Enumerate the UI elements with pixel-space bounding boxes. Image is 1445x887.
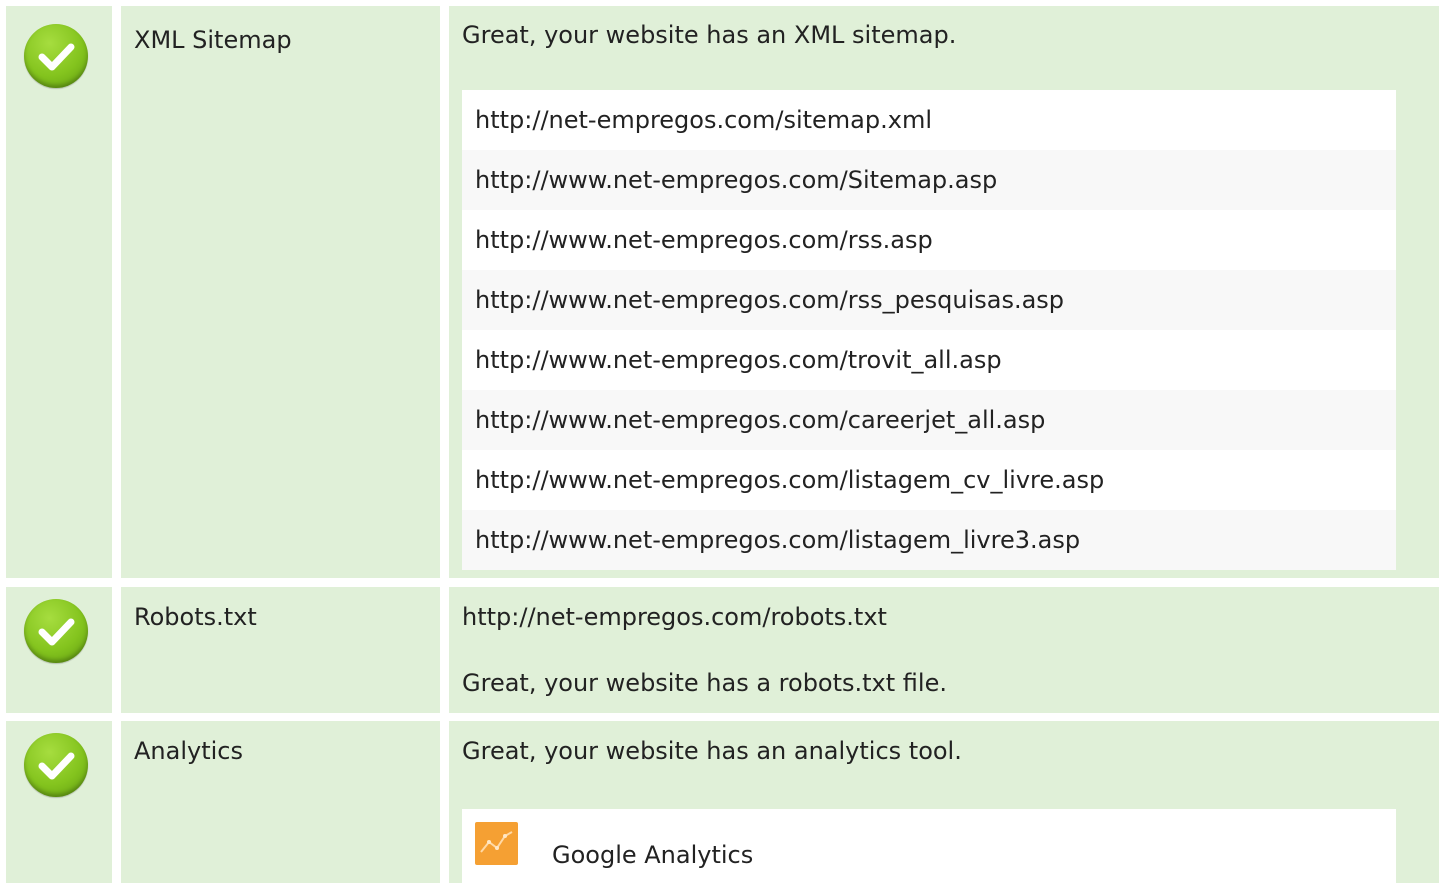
sitemap-url-item[interactable]: http://www.net-empregos.com/trovit_all.a…: [462, 330, 1396, 390]
status-cell: [6, 721, 112, 883]
sitemap-url-item[interactable]: http://www.net-empregos.com/rss.asp: [462, 210, 1396, 270]
sitemap-url-item[interactable]: http://www.net-empregos.com/careerjet_al…: [462, 390, 1396, 450]
check-title: XML Sitemap: [134, 26, 292, 54]
check-result-cell: http://net-empregos.com/robots.txt Great…: [449, 587, 1439, 713]
status-cell: [6, 587, 112, 713]
checkmark-icon: [24, 599, 88, 663]
sitemap-url-item[interactable]: http://www.net-empregos.com/listagem_liv…: [462, 510, 1396, 570]
google-analytics-icon: [475, 822, 518, 865]
check-result-cell: Great, your website has an XML sitemap. …: [449, 6, 1439, 578]
analytics-tool-item: Google Analytics: [462, 809, 1396, 887]
robots-url[interactable]: http://net-empregos.com/robots.txt: [462, 597, 887, 637]
sitemap-url-item[interactable]: http://www.net-empregos.com/Sitemap.asp: [462, 150, 1396, 210]
result-message: Great, your website has an analytics too…: [462, 737, 962, 765]
status-cell: [6, 6, 112, 578]
robots-row: Robots.txt http://net-empregos.com/robot…: [0, 587, 1445, 713]
sitemap-url-item[interactable]: http://net-empregos.com/sitemap.xml: [462, 90, 1396, 150]
seo-report: XML Sitemap Great, your website has an X…: [0, 0, 1445, 887]
check-result-cell: Great, your website has an analytics too…: [449, 721, 1439, 887]
result-message: Great, your website has a robots.txt fil…: [462, 669, 947, 697]
checkmark-icon: [24, 24, 88, 88]
checkmark-icon: [24, 733, 88, 797]
sitemap-url-list: http://net-empregos.com/sitemap.xml http:…: [462, 90, 1396, 570]
analytics-row: Analytics Great, your website has an ana…: [0, 721, 1445, 887]
result-message: Great, your website has an XML sitemap.: [462, 21, 957, 49]
check-name-cell: XML Sitemap: [121, 6, 440, 578]
check-name-cell: Robots.txt: [121, 587, 440, 713]
xml-sitemap-row: XML Sitemap Great, your website has an X…: [0, 6, 1445, 578]
analytics-tool-name: Google Analytics: [552, 841, 754, 869]
check-name-cell: Analytics: [121, 721, 440, 883]
sitemap-url-item[interactable]: http://www.net-empregos.com/listagem_cv_…: [462, 450, 1396, 510]
sitemap-url-item[interactable]: http://www.net-empregos.com/rss_pesquisa…: [462, 270, 1396, 330]
check-title: Robots.txt: [134, 603, 257, 631]
check-title: Analytics: [134, 737, 243, 765]
